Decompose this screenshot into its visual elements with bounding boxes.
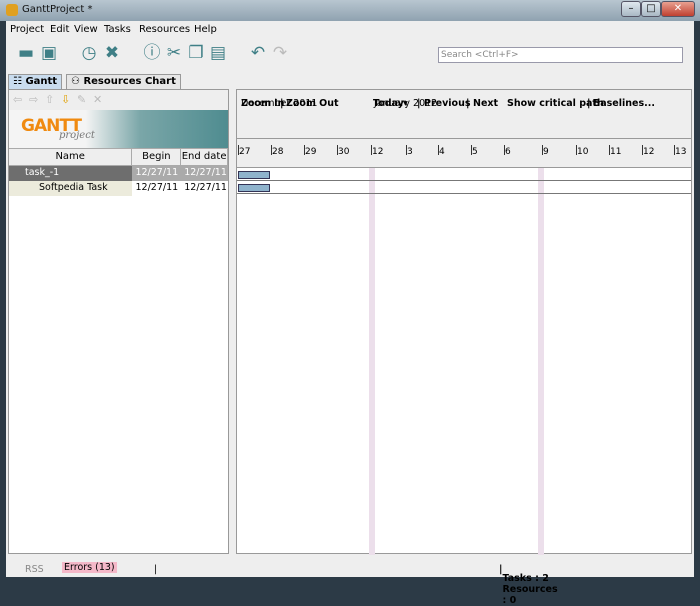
next-link[interactable]: Next — [473, 98, 498, 109]
table-row[interactable]: task_-1 12/27/11 12/27/11 — [9, 166, 228, 181]
col-end[interactable]: End date — [181, 149, 228, 165]
day-label: 6 — [505, 147, 511, 157]
task-name: task_-1 — [25, 167, 60, 178]
month-label: January 2012 — [374, 98, 438, 109]
clock-icon[interactable]: ◷ — [79, 43, 99, 63]
task-end: 12/27/11 — [181, 166, 228, 181]
info-icon[interactable]: ⓘ — [142, 43, 162, 63]
tab-resources-chart[interactable]: ⚇ Resources Chart — [66, 74, 181, 89]
task-bar[interactable] — [238, 171, 270, 179]
task-name: Softpedia Task — [39, 182, 108, 193]
open-icon[interactable]: ▬ — [16, 43, 36, 63]
day-label: 5 — [472, 147, 478, 157]
day-label: 27 — [239, 147, 251, 157]
day-label: 29 — [305, 147, 317, 157]
delete-icon[interactable]: ✖ — [102, 43, 122, 63]
day-label: 10 — [577, 147, 589, 157]
separator: | — [154, 564, 158, 575]
window-title: GanttProject * — [22, 4, 93, 15]
baselines-link[interactable]: Baselines... — [593, 98, 655, 109]
summary-text: Tasks : 2 Resources : 0 — [502, 573, 558, 606]
undo-icon[interactable]: ↶ — [248, 43, 268, 63]
status-bar: RSS Errors (13) | | Tasks : 2 Resources … — [6, 555, 694, 606]
menu-help[interactable]: Help — [194, 24, 217, 35]
close-button[interactable]: ✕ — [661, 1, 695, 17]
task-bar[interactable] — [238, 184, 270, 192]
app-icon — [6, 4, 18, 16]
errors-badge[interactable]: Errors (13) — [62, 562, 117, 573]
col-begin[interactable]: Begin date — [132, 149, 182, 178]
tab-gantt[interactable]: ☷ Gantt — [8, 74, 63, 89]
gantt-chart-panel: Zoom In | Zoom Out Today ▾ | Previous | … — [236, 89, 692, 555]
move-down-icon[interactable]: ⇩ — [61, 93, 70, 106]
paste-icon[interactable]: ▤ — [208, 43, 228, 63]
table-row[interactable]: Softpedia Task 12/27/11 12/27/11 — [9, 181, 228, 196]
tab-label: Gantt — [25, 76, 58, 87]
day-label: 28 — [272, 147, 284, 157]
menu-tasks[interactable]: Tasks — [104, 24, 131, 35]
maximize-button[interactable]: □ — [641, 1, 661, 17]
day-label: 11 — [610, 147, 622, 157]
timeline-header: 27 28 29 30 12 3 4 5 6 9 10 11 12 13 — [237, 138, 691, 168]
link-icon[interactable]: ✎ — [77, 93, 86, 106]
weekend-band — [538, 168, 544, 555]
day-label: 4 — [439, 147, 445, 157]
gantt-logo: GANTT project — [9, 110, 228, 148]
search-input[interactable]: Search <Ctrl+F> — [438, 47, 683, 63]
task-nav-toolbar: ⇦ ⇨ ⇧ ⇩ ✎ ✕ — [9, 90, 228, 110]
cut-icon[interactable]: ✂ — [164, 43, 184, 63]
menu-view[interactable]: View — [74, 24, 98, 35]
unindent-icon[interactable]: ⇦ — [13, 93, 22, 106]
day-label: 12 — [372, 147, 384, 157]
day-label: 30 — [338, 147, 350, 157]
sep: | — [466, 98, 470, 109]
task-tree-panel: ⇦ ⇨ ⇧ ⇩ ✎ ✕ GANTT project Name Begin dat… — [8, 89, 229, 554]
title-bar: GanttProject * – □ ✕ — [0, 0, 700, 21]
sep: | — [587, 98, 591, 109]
copy-icon[interactable]: ❐ — [186, 43, 206, 63]
logo-sub: project — [59, 130, 95, 141]
menu-bar: Project Edit View Tasks Resources Help — [6, 21, 694, 40]
menu-edit[interactable]: Edit — [50, 24, 69, 35]
chart-toolbar: Zoom In | Zoom Out Today ▾ | Previous | … — [237, 90, 691, 138]
gantt-row — [237, 181, 691, 194]
summary: | Tasks : 2 Resources : 0 — [499, 564, 558, 606]
day-label: 13 — [675, 147, 687, 157]
indent-icon[interactable]: ⇨ — [29, 93, 38, 106]
col-name[interactable]: Name — [9, 149, 133, 165]
main-window: Project Edit View Tasks Resources Help ▬… — [6, 21, 694, 606]
weekend-band — [369, 168, 375, 555]
day-label: 3 — [407, 147, 413, 157]
move-up-icon[interactable]: ⇧ — [45, 93, 54, 106]
task-end: 12/27/11 — [181, 181, 228, 196]
rss-label[interactable]: RSS — [25, 564, 44, 575]
day-label: 12 — [643, 147, 655, 157]
minimize-button[interactable]: – — [621, 1, 641, 17]
redo-icon[interactable]: ↷ — [270, 43, 290, 63]
tab-label: Resources Chart — [83, 76, 176, 87]
menu-resources[interactable]: Resources — [139, 24, 190, 35]
month-label: December 2011 — [241, 98, 318, 109]
task-begin: 12/27/11 — [132, 166, 182, 181]
menu-project[interactable]: Project — [10, 24, 44, 35]
gantt-row — [237, 168, 691, 181]
task-begin: 12/27/11 — [132, 181, 182, 196]
save-icon[interactable]: ▣ — [39, 43, 59, 63]
table-header: Name Begin date End date — [9, 148, 228, 178]
day-label: 9 — [543, 147, 549, 157]
unlink-icon[interactable]: ✕ — [93, 93, 102, 106]
